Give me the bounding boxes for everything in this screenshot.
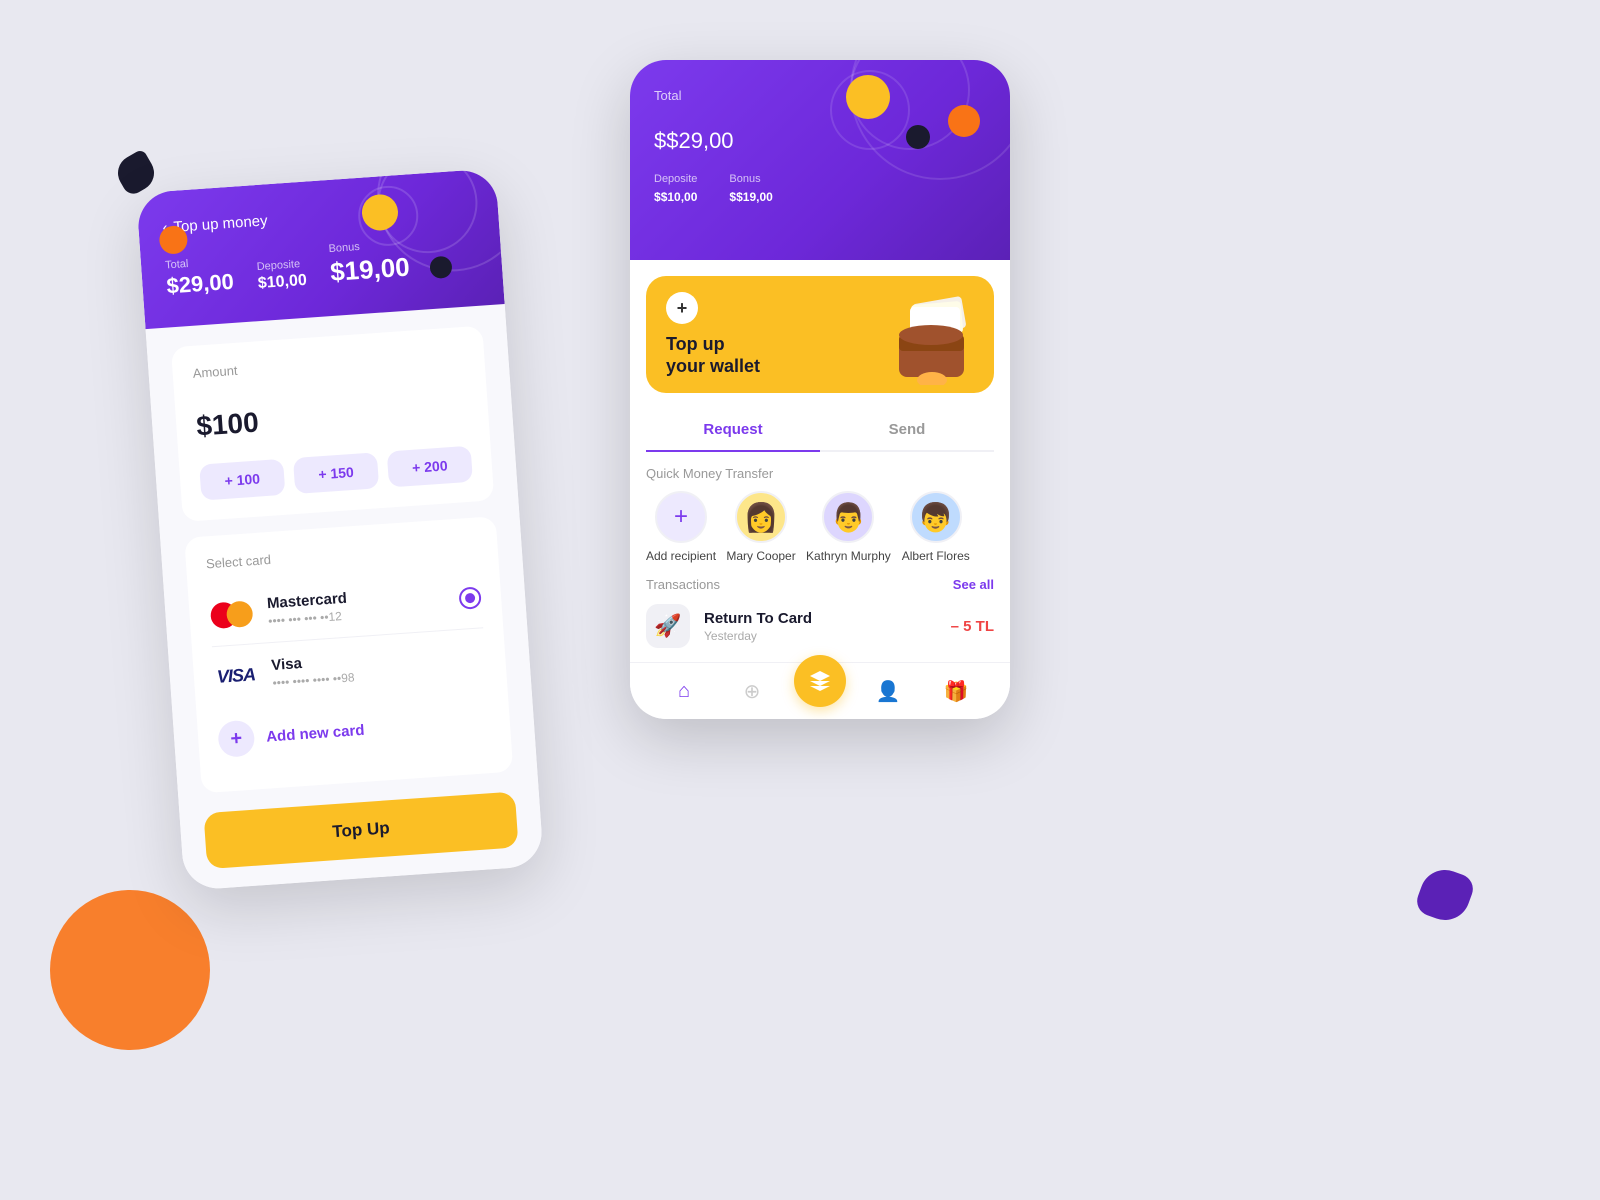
add-recipient-label: Add recipient <box>646 549 716 563</box>
rh-deposit-val: $10,00 <box>661 190 698 204</box>
deposit-label: Deposite <box>256 258 306 273</box>
rh-yellow-blob <box>846 75 890 119</box>
search-icon: ⊕ <box>744 679 761 704</box>
add-card-label: Add new card <box>266 721 365 745</box>
add-card-icon: + <box>217 720 255 758</box>
wallet-title-line2: your wallet <box>666 356 760 376</box>
amount-section: Amount $100 + 100 + 150 + 200 <box>171 326 494 522</box>
wallet-card[interactable]: + Top up your wallet <box>646 276 994 393</box>
kathryn-avatar: 👨 <box>822 491 874 543</box>
right-phone-header: Total $$29,00 Deposite $$10,00 Bonus $$1… <box>630 60 1010 260</box>
rh-black-blob <box>906 125 930 149</box>
add-card-button[interactable]: + Add new card <box>216 698 366 772</box>
rh-bonus-stat: Bonus $$19,00 <box>729 173 772 207</box>
deposit-stat: Deposite $10,00 <box>256 258 307 293</box>
tx-date-1: Yesterday <box>704 629 937 643</box>
rh-total-number: $29,00 <box>666 128 733 153</box>
nav-gift[interactable]: 🎁 <box>922 679 990 704</box>
tab-request[interactable]: Request <box>646 409 820 452</box>
transactions-section: Transactions See all 🚀 Return To Card Ye… <box>630 577 1010 648</box>
tx-name-1: Return To Card <box>704 610 937 627</box>
nav-home[interactable]: ⌂ <box>650 680 718 703</box>
blob-purple <box>1413 863 1477 927</box>
nav-center[interactable] <box>786 675 854 707</box>
rh-bonus-label: Bonus <box>729 173 772 185</box>
amount-number: 100 <box>211 406 260 440</box>
visa-text: VISA <box>216 664 255 688</box>
nav-center-button[interactable] <box>794 655 846 707</box>
layers-icon <box>808 669 832 693</box>
amount-btn-100[interactable]: + 100 <box>199 459 285 501</box>
deposit-value: $10,00 <box>257 272 307 293</box>
quick-transfer-label: Quick Money Transfer <box>646 466 994 481</box>
total-stat: Total $29,00 <box>165 255 235 300</box>
left-phone-header: ‹ Top up money Total $29,00 Deposite $10… <box>136 168 505 329</box>
recipient-mary[interactable]: 👩 Mary Cooper <box>726 491 796 563</box>
recipients-row: + Add recipient 👩 Mary Cooper 👨 Kathryn … <box>630 491 1010 563</box>
tx-info-1: Return To Card Yesterday <box>704 610 937 643</box>
albert-name: Albert Flores <box>902 549 970 563</box>
gift-icon: 🎁 <box>944 679 969 704</box>
tx-amount-1: – 5 TL <box>951 618 994 635</box>
select-card-section: Select card Mastercard •••• ••• ••• ••12… <box>184 516 513 793</box>
rh-deposit-value: $$10,00 <box>654 185 697 207</box>
mary-avatar: 👩 <box>735 491 787 543</box>
total-value: $29,00 <box>166 269 235 300</box>
back-button-label: Top up money <box>173 212 268 236</box>
mastercard-radio[interactable] <box>458 586 481 609</box>
blob-orange <box>50 890 210 1050</box>
tab-request-label: Request <box>703 421 762 438</box>
visa-info: Visa •••• •••• •••• ••98 <box>271 642 487 690</box>
select-card-label: Select card <box>206 537 478 571</box>
mastercard-logo <box>209 598 255 631</box>
rh-bonus-val: $19,00 <box>736 190 773 204</box>
mc-orange-circle <box>226 600 254 628</box>
wallet-plus-icon: + <box>666 292 698 324</box>
rh-bonus-value: $$19,00 <box>729 185 772 207</box>
bottom-nav: ⌂ ⊕ 👤 🎁 <box>630 662 1010 719</box>
amount-display: $100 <box>194 370 470 449</box>
transactions-header: Transactions See all <box>646 577 994 592</box>
transactions-label: Transactions <box>646 577 720 592</box>
blob-black <box>111 148 160 197</box>
left-phone-body: Amount $100 + 100 + 150 + 200 Select car… <box>146 304 544 891</box>
rh-deposit-label: Deposite <box>654 173 697 185</box>
recipient-albert[interactable]: 👦 Albert Flores <box>901 491 971 563</box>
radio-selected <box>465 592 476 603</box>
recipient-kathryn[interactable]: 👨 Kathryn Murphy <box>806 491 891 563</box>
tab-send[interactable]: Send <box>820 409 994 450</box>
right-phone: Total $$29,00 Deposite $$10,00 Bonus $$1… <box>630 60 1010 719</box>
see-all-button[interactable]: See all <box>953 577 994 592</box>
wallet-title-line1: Top up <box>666 334 725 354</box>
wallet-card-title: Top up your wallet <box>666 334 760 377</box>
mary-name: Mary Cooper <box>726 549 795 563</box>
home-icon: ⌂ <box>678 680 690 703</box>
left-phone: ‹ Top up money Total $29,00 Deposite $10… <box>136 168 544 890</box>
nav-profile[interactable]: 👤 <box>854 679 922 704</box>
tab-send-label: Send <box>889 421 926 438</box>
amount-buttons: + 100 + 150 + 200 <box>199 446 473 501</box>
transaction-item-1[interactable]: 🚀 Return To Card Yesterday – 5 TL <box>646 604 994 648</box>
amount-btn-200[interactable]: + 200 <box>387 446 473 488</box>
profile-icon: 👤 <box>876 679 901 704</box>
tabs-row: Request Send <box>646 409 994 452</box>
topup-button[interactable]: Top Up <box>203 791 518 869</box>
kathryn-name: Kathryn Murphy <box>806 549 891 563</box>
albert-avatar: 👦 <box>910 491 962 543</box>
wallet-illustration <box>884 295 974 375</box>
nav-search[interactable]: ⊕ <box>718 679 786 704</box>
wallet-card-left: + Top up your wallet <box>666 292 760 377</box>
rh-orange-blob <box>948 105 980 137</box>
add-recipient-avatar: + <box>655 491 707 543</box>
tx-icon-1: 🚀 <box>646 604 690 648</box>
amount-btn-150[interactable]: + 150 <box>293 452 379 494</box>
bonus-value: $19,00 <box>329 252 410 288</box>
add-recipient-item[interactable]: + Add recipient <box>646 491 716 563</box>
rh-deposit-stat: Deposite $$10,00 <box>654 173 697 207</box>
visa-logo: VISA <box>213 660 259 693</box>
mastercard-info: Mastercard •••• ••• ••• ••12 <box>266 583 446 628</box>
